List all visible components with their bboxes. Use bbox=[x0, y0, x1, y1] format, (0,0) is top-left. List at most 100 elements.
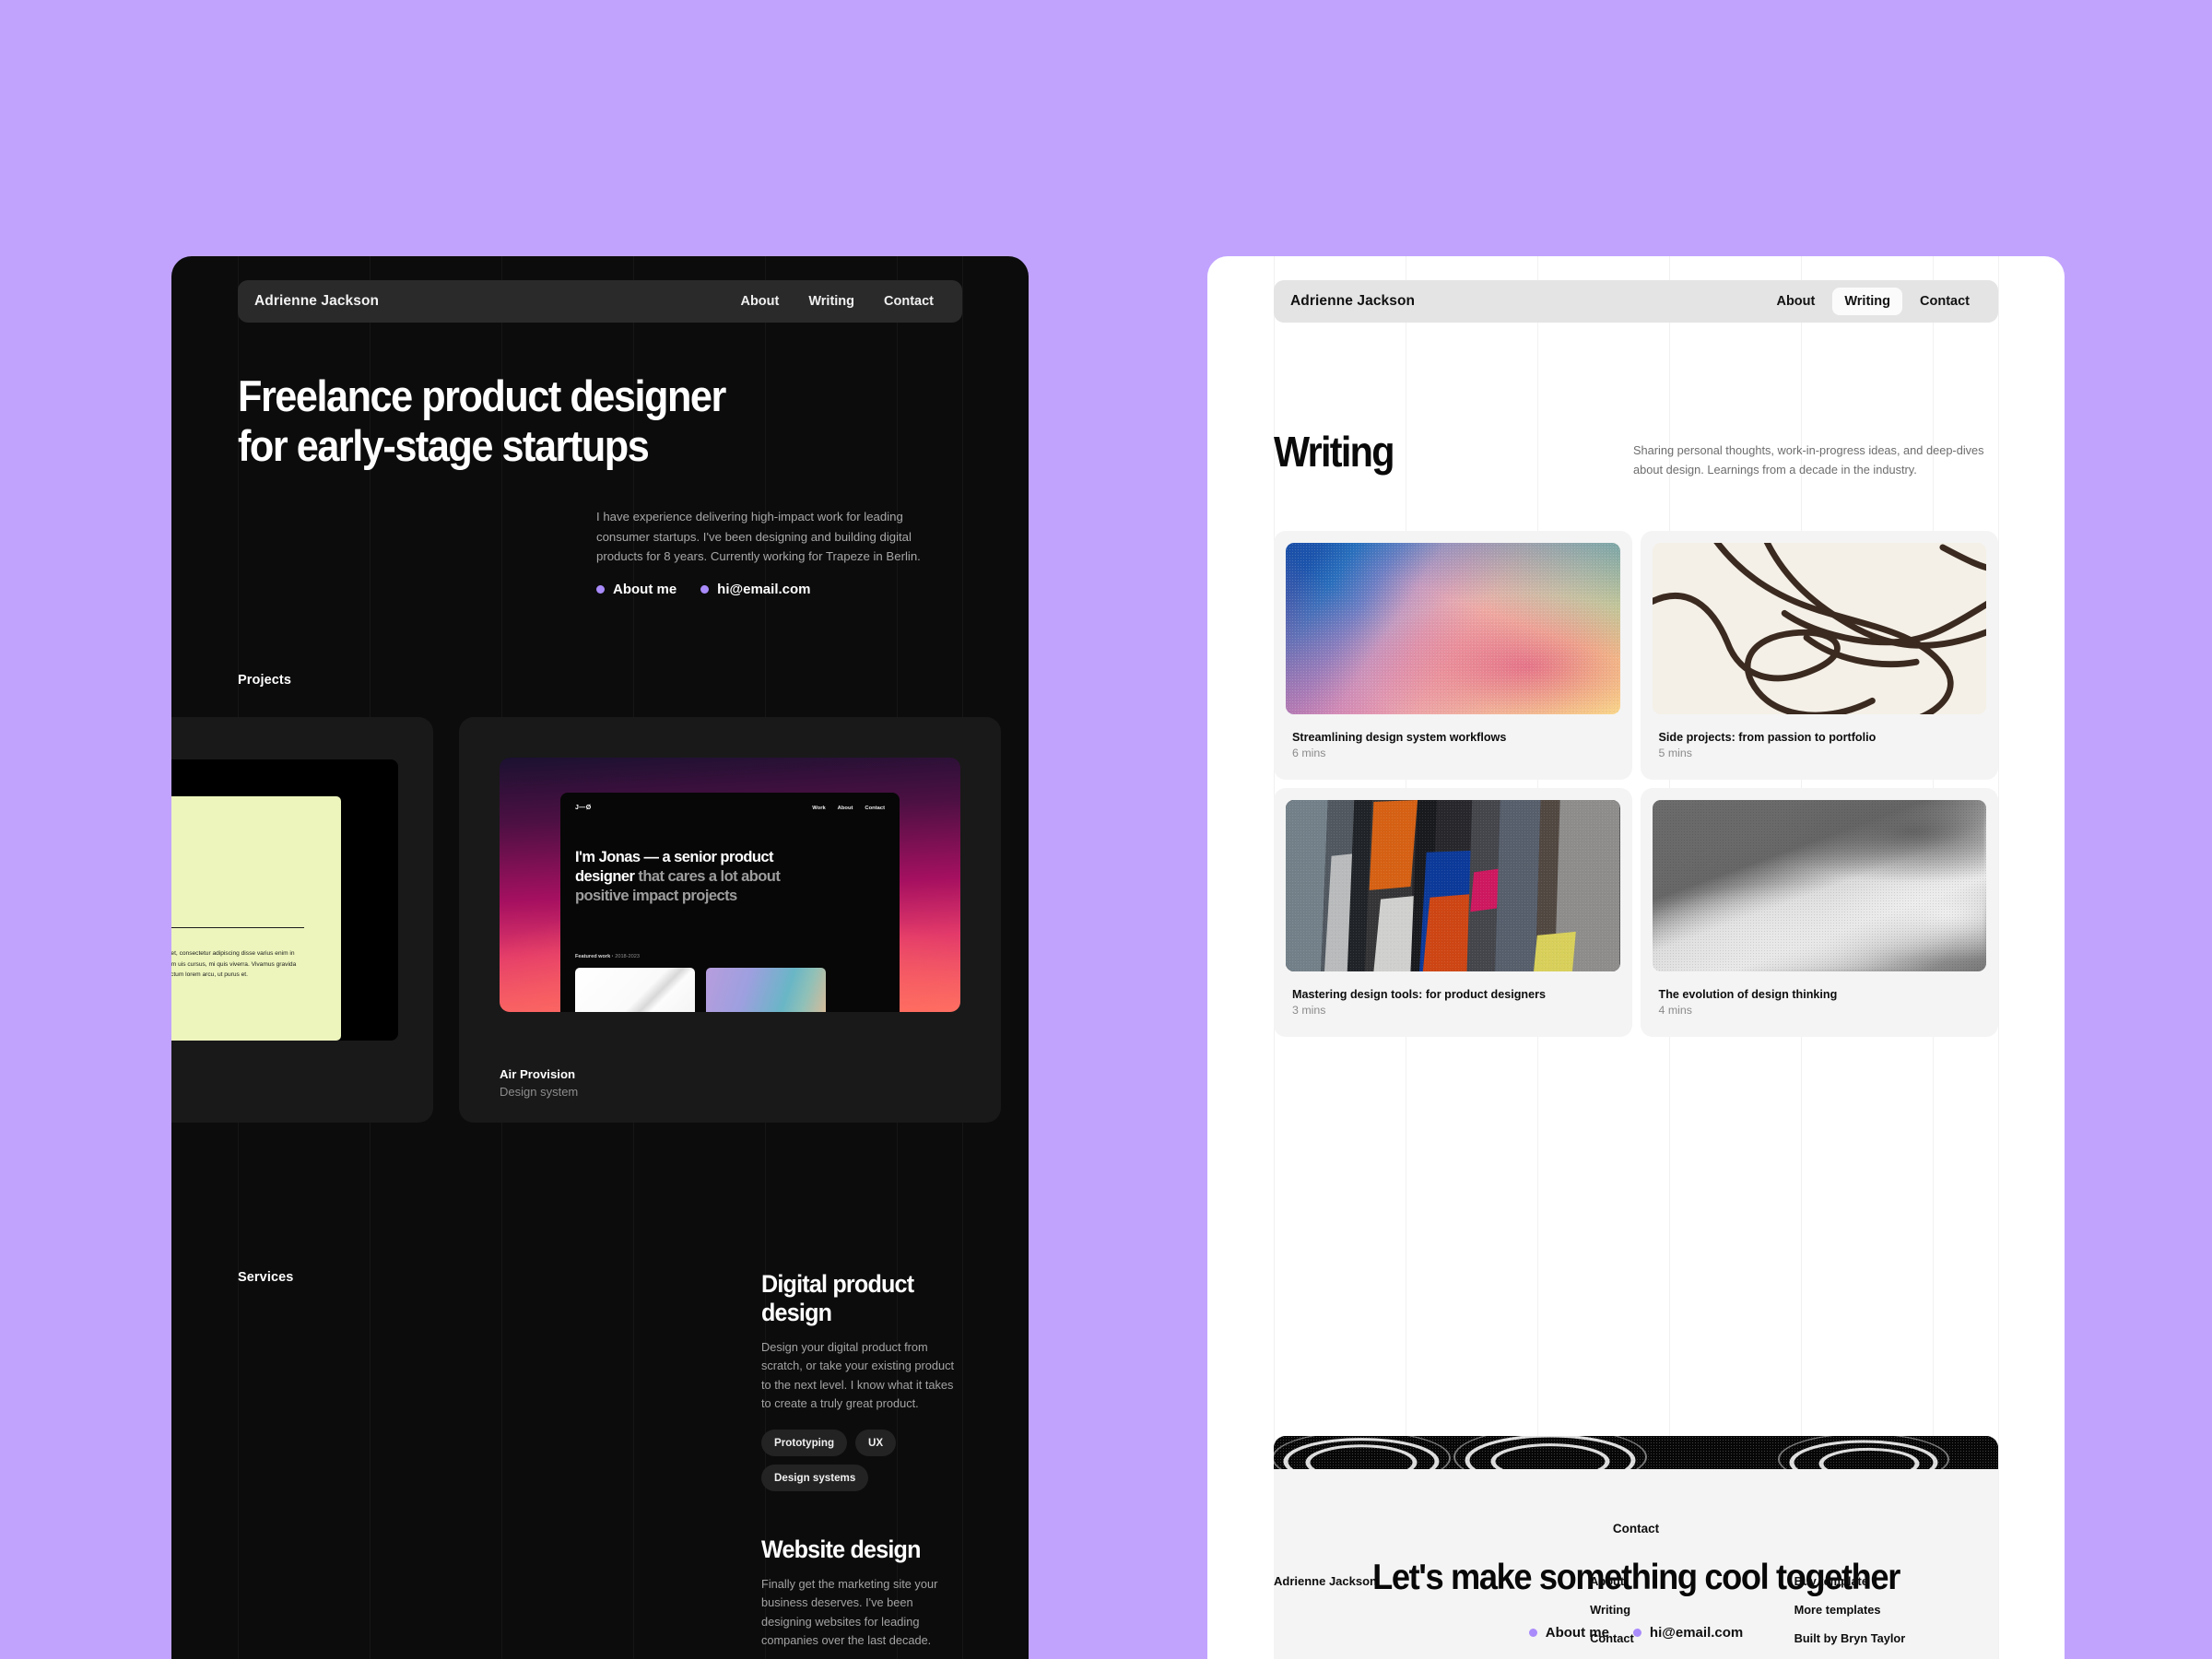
footer-column-nav: About Writing Contact bbox=[1590, 1574, 1794, 1645]
dark-hero: Freelance product designer for early-sta… bbox=[238, 371, 962, 597]
mockup-work-tile bbox=[706, 968, 826, 1012]
footer-link-built-by[interactable]: Built by Bryn Taylor bbox=[1794, 1631, 1998, 1645]
project-mockup-a: Contact n m dolor sit amet, consectetur … bbox=[171, 759, 398, 1041]
tag[interactable]: Prototyping bbox=[761, 1429, 848, 1456]
article-card[interactable]: The evolution of design thinking 4 mins bbox=[1640, 788, 1998, 1037]
light-site-panel: Adrienne Jackson About Writing Contact W… bbox=[1207, 256, 2065, 1659]
mockup-browser-screen: J—Ø Work About Contact I'm Jonas — a sen… bbox=[560, 793, 900, 1012]
mockup-headline: I'm Jonas — a senior product designer th… bbox=[575, 848, 824, 906]
contact-kicker: Contact bbox=[1612, 1522, 1660, 1535]
hero-heading-line-2: for early-stage startups bbox=[238, 420, 650, 470]
tag[interactable]: UX bbox=[855, 1429, 897, 1456]
dark-nav-links: About Writing Contact bbox=[728, 288, 946, 315]
hero-link-label: hi@email.com bbox=[717, 582, 811, 598]
service-item: Website design Finally get the marketing… bbox=[761, 1535, 962, 1659]
mockup-nav-link: About bbox=[837, 805, 853, 811]
mockup-divider bbox=[171, 927, 304, 928]
featured-label-text: Featured work bbox=[575, 954, 611, 960]
article-title: Mastering design tools: for product desi… bbox=[1292, 988, 1546, 1001]
article-meta: Side projects: from passion to portfolio… bbox=[1653, 714, 1987, 768]
light-nav-links: About Writing Contact bbox=[1764, 288, 1982, 315]
project-mockup-b: J—Ø Work About Contact I'm Jonas — a sen… bbox=[500, 758, 960, 1012]
project-subtitle: Design system bbox=[500, 1085, 579, 1099]
writing-articles-grid: Streamlining design system workflows 6 m… bbox=[1274, 531, 1998, 1037]
article-card[interactable]: Side projects: from passion to portfolio… bbox=[1640, 531, 1998, 780]
hero-link-email[interactable]: hi@email.com bbox=[700, 582, 811, 598]
article-read-time: 5 mins bbox=[1658, 747, 1693, 759]
hero-link-about-me[interactable]: About me bbox=[596, 582, 677, 597]
tag[interactable]: Design systems bbox=[761, 1464, 869, 1491]
featured-years-text: 2018-2023 bbox=[615, 954, 640, 960]
bullet-dot-icon bbox=[700, 585, 710, 594]
mockup-big-letter: n bbox=[171, 855, 311, 905]
nav-link-writing[interactable]: Writing bbox=[796, 288, 866, 315]
section-label-services: Services bbox=[238, 1270, 294, 1285]
service-description: Finally get the marketing site your busi… bbox=[761, 1576, 938, 1648]
thumbnail-noise-overlay bbox=[1286, 800, 1620, 971]
article-meta: The evolution of design thinking 4 mins bbox=[1653, 971, 1987, 1025]
footer-link-about[interactable]: About bbox=[1590, 1574, 1794, 1588]
dark-nav-brand[interactable]: Adrienne Jackson bbox=[254, 293, 379, 310]
section-label-projects: Projects bbox=[238, 673, 292, 688]
footer-link-contact[interactable]: Contact bbox=[1590, 1631, 1794, 1645]
service-description: Design your digital product from scratch… bbox=[761, 1340, 955, 1411]
mockup-nav: J—Ø Work About Contact bbox=[560, 793, 900, 811]
service-title: Website design bbox=[761, 1535, 921, 1563]
light-navbar: Adrienne Jackson About Writing Contact bbox=[1274, 280, 1998, 323]
mockup-body-text: m dolor sit amet, consectetur adipiscing… bbox=[171, 950, 297, 979]
article-card[interactable]: Mastering design tools: for product desi… bbox=[1274, 788, 1632, 1037]
mockup-logo: J—Ø bbox=[575, 805, 592, 811]
mockup-work-tiles bbox=[575, 968, 900, 1012]
hero-paragraph: I have experience delivering high-impact… bbox=[596, 510, 921, 563]
mockup-nav-links: Work About Contact bbox=[812, 806, 885, 811]
mockup-page: Contact n m dolor sit amet, consectetur … bbox=[171, 796, 341, 1041]
footer-link-buy-template[interactable]: Buy template bbox=[1794, 1574, 1998, 1588]
hero-subblock: I have experience delivering high-impact… bbox=[596, 507, 958, 597]
mockup-nav-link: Contact bbox=[865, 805, 885, 811]
footer-link-more-templates[interactable]: More templates bbox=[1794, 1603, 1998, 1617]
article-meta: Streamlining design system workflows 6 m… bbox=[1286, 714, 1620, 768]
nav-link-about[interactable]: About bbox=[1764, 288, 1827, 315]
nav-link-about[interactable]: About bbox=[728, 288, 791, 315]
writing-header: Writing Sharing personal thoughts, work-… bbox=[1274, 427, 1998, 479]
service-tags: Prototyping UX Design systems bbox=[761, 1429, 962, 1491]
banner-noise-overlay bbox=[1274, 1436, 1998, 1469]
article-thumbnail-gradient bbox=[1286, 543, 1620, 714]
mockup-work-tile bbox=[575, 968, 695, 1012]
footer-brand: Adrienne Jackson bbox=[1274, 1574, 1377, 1588]
site-footer: Adrienne Jackson About Writing Contact B… bbox=[1274, 1574, 1998, 1645]
services-list: Digital product design Design your digit… bbox=[761, 1270, 962, 1659]
hero-dot-links: About me hi@email.com bbox=[596, 582, 958, 597]
article-read-time: 3 mins bbox=[1292, 1004, 1326, 1017]
article-thumbnail-color-blocks bbox=[1286, 800, 1620, 971]
project-card[interactable]: Contact n m dolor sit amet, consectetur … bbox=[171, 717, 433, 1123]
article-read-time: 6 mins bbox=[1292, 747, 1326, 759]
footer-column-meta: Buy template More templates Built by Bry… bbox=[1794, 1574, 1998, 1645]
bullet-dot-icon bbox=[596, 585, 605, 594]
mockup-kicker: Contact bbox=[171, 809, 324, 815]
service-title: Digital product design bbox=[761, 1270, 914, 1326]
article-title: Streamlining design system workflows bbox=[1292, 731, 1507, 744]
article-meta: Mastering design tools: for product desi… bbox=[1286, 971, 1620, 1025]
article-card[interactable]: Streamlining design system workflows 6 m… bbox=[1274, 531, 1632, 780]
service-item: Digital product design Design your digit… bbox=[761, 1270, 962, 1491]
article-thumbnail-ink-drawing bbox=[1652, 543, 1986, 714]
article-thumbnail-shadow bbox=[1652, 800, 1986, 971]
projects-list: Contact n m dolor sit amet, consectetur … bbox=[171, 717, 1029, 1123]
writing-page-title: Writing bbox=[1274, 428, 1395, 476]
page-title: Freelance product designer for early-sta… bbox=[238, 371, 904, 470]
article-title: Side projects: from passion to portfolio bbox=[1658, 731, 1877, 744]
article-title: The evolution of design thinking bbox=[1658, 988, 1838, 1001]
nav-link-writing[interactable]: Writing bbox=[1832, 288, 1903, 315]
light-nav-brand[interactable]: Adrienne Jackson bbox=[1290, 293, 1415, 310]
project-card[interactable]: J—Ø Work About Contact I'm Jonas — a sen… bbox=[459, 717, 1001, 1123]
hero-link-label: About me bbox=[613, 582, 677, 598]
writing-description: Sharing personal thoughts, work-in-progr… bbox=[1633, 443, 1984, 477]
footer-link-writing[interactable]: Writing bbox=[1590, 1603, 1794, 1617]
contact-banner-image bbox=[1274, 1436, 1998, 1469]
nav-link-contact[interactable]: Contact bbox=[872, 288, 946, 315]
nav-link-contact[interactable]: Contact bbox=[1908, 288, 1982, 315]
project-title: Air Provision bbox=[500, 1067, 576, 1081]
project-meta: Air Provision Design system bbox=[500, 1067, 578, 1099]
dark-navbar: Adrienne Jackson About Writing Contact bbox=[238, 280, 962, 323]
